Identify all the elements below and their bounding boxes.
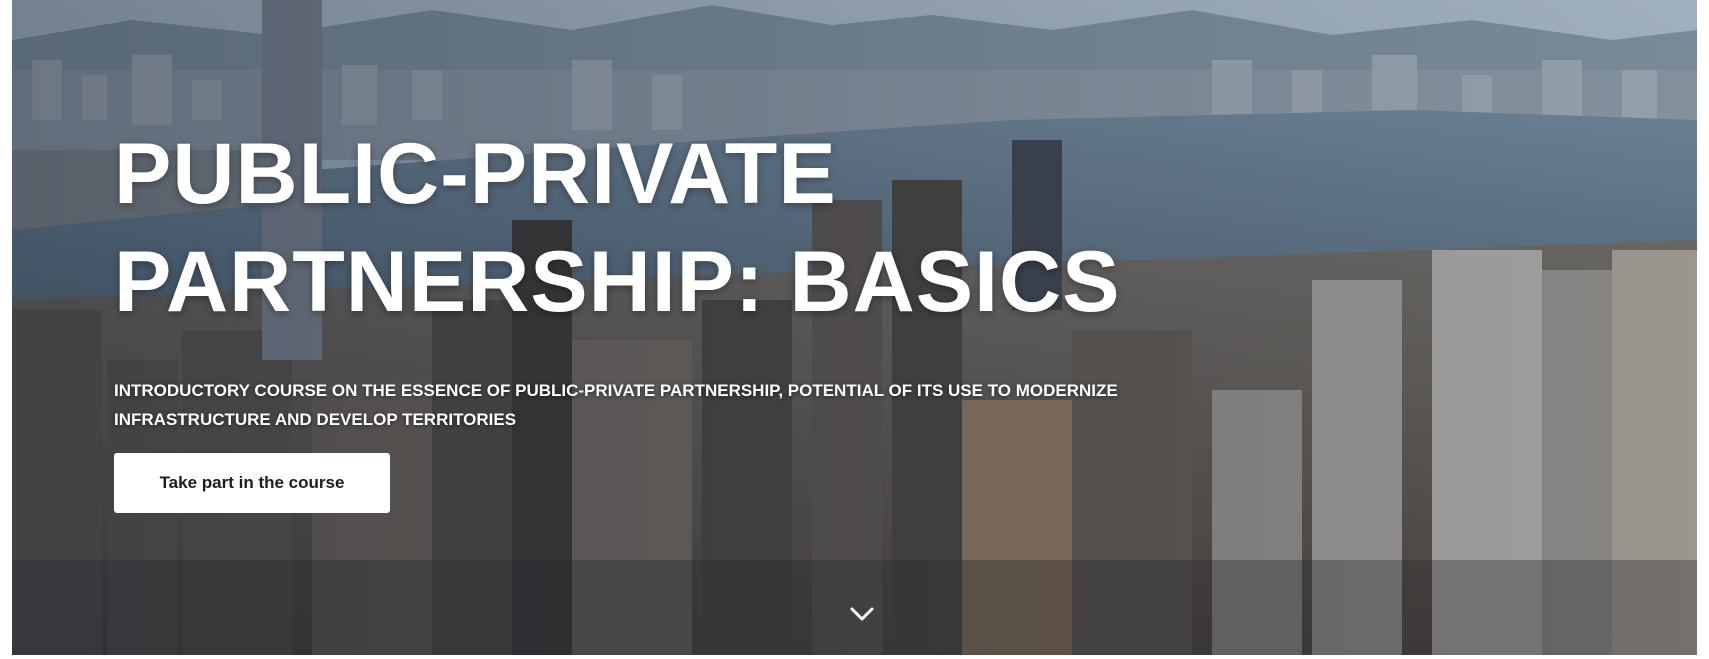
page-subtitle: INTRODUCTORY COURSE ON THE ESSENCE OF PU…: [114, 381, 1118, 429]
hero-content: PUBLIC-PRIVATE PARTNERSHIP: BASICS INTRO…: [114, 120, 1314, 434]
take-part-button[interactable]: Take part in the course: [114, 453, 390, 513]
page-title: PUBLIC-PRIVATE PARTNERSHIP: BASICS: [114, 120, 1314, 336]
chevron-down-icon[interactable]: [842, 600, 882, 630]
page-title-line-2: PARTNERSHIP: BASICS: [114, 234, 1121, 330]
page-title-line-1: PUBLIC-PRIVATE: [114, 126, 837, 222]
